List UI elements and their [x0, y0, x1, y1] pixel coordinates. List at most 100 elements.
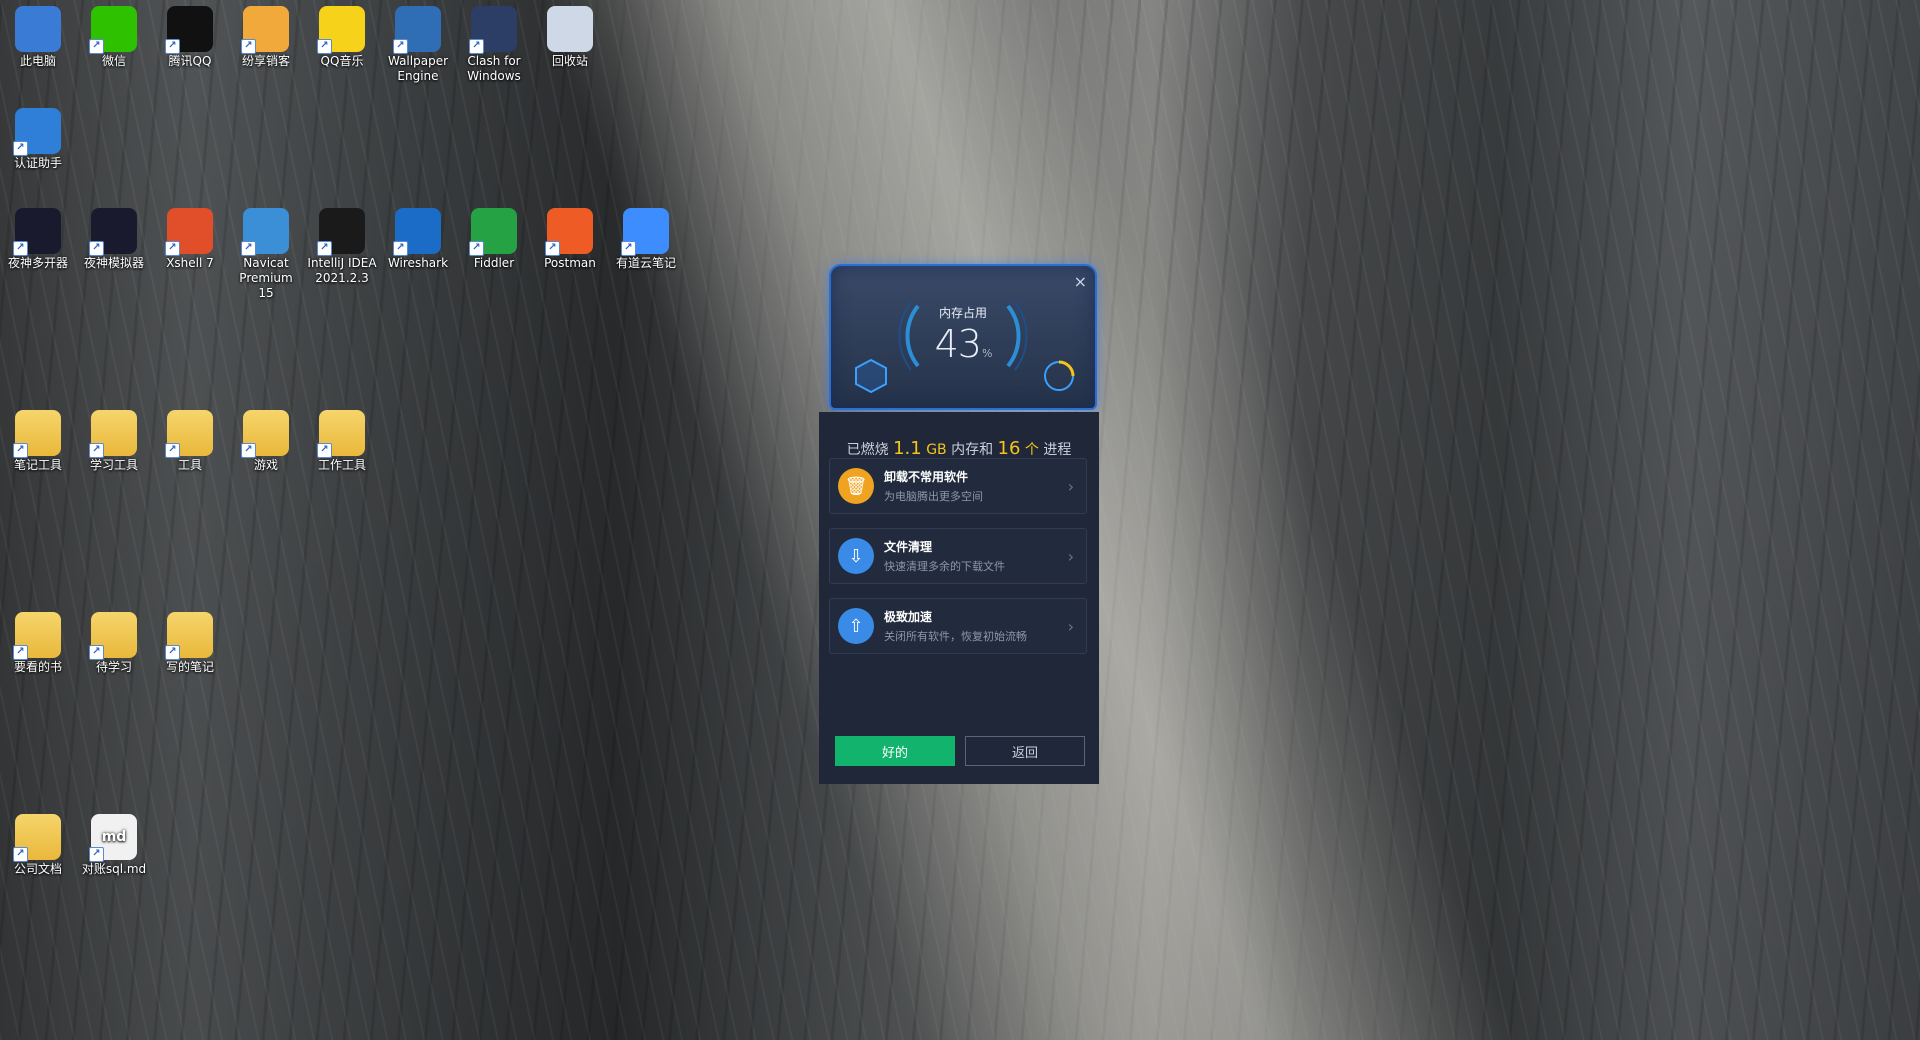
- shortcut-arrow-icon: ↗: [13, 141, 28, 156]
- fiddler-icon: ↗: [469, 208, 517, 256]
- ok-button[interactable]: 好的: [835, 736, 955, 766]
- desktop-icon-label: Postman: [544, 256, 596, 270]
- desktop-icon-label: 工具: [177, 458, 202, 472]
- summary-suffix: 进程: [1043, 442, 1072, 458]
- summary-count-unit: 个: [1024, 442, 1039, 458]
- desktop-icon-label: 有道云笔记: [615, 256, 676, 270]
- memory-summary: 已燃烧 1.1 GB 内存和 16 个 进程: [819, 438, 1099, 459]
- qq-icon: ↗: [165, 6, 213, 54]
- shortcut-arrow-icon: ↗: [165, 645, 180, 660]
- gauge-unit: %: [981, 347, 993, 360]
- app-icon: ↗: [241, 6, 289, 54]
- computer-icon: [15, 6, 61, 52]
- desktop-icon-qq[interactable]: ↗ 腾讯QQ: [154, 6, 226, 69]
- desktop-icon-folder[interactable]: ↗ 公司文档: [2, 814, 74, 877]
- shortcut-arrow-icon: ↗: [393, 241, 408, 256]
- close-icon[interactable]: ×: [1074, 272, 1087, 291]
- shortcut-arrow-icon: ↗: [317, 39, 332, 54]
- desktop-icon-folder[interactable]: ↗ 游戏: [230, 410, 302, 473]
- card-file-clean[interactable]: ⇩ 文件清理 快速清理多余的下载文件 ›: [829, 528, 1087, 584]
- shortcut-arrow-icon: ↗: [545, 241, 560, 256]
- hexagon-icon: [855, 358, 887, 394]
- summary-count: 16: [997, 438, 1021, 459]
- shortcut-arrow-icon: ↗: [89, 847, 104, 862]
- shortcut-arrow-icon: ↗: [13, 241, 28, 256]
- summary-middle: 内存和: [951, 442, 994, 458]
- card-subtitle: 关闭所有软件，恢复初始流畅: [884, 630, 1027, 643]
- desktop-icon-xshell[interactable]: ↗ Xshell 7: [154, 208, 226, 271]
- desktop-icon-clash[interactable]: ↗ Clash for Windows: [458, 6, 530, 84]
- folder-icon: ↗: [89, 612, 137, 660]
- desktop-icon-label: 认证助手: [13, 156, 62, 170]
- desktop-icon-file[interactable]: md ↗ 对账sql.md: [78, 814, 150, 877]
- desktop-icon-label: Xshell 7: [166, 256, 214, 270]
- desktop-icon-app[interactable]: ↗ 纷享销客: [230, 6, 302, 69]
- desktop-icon-label: 微信: [101, 54, 126, 68]
- desktop-icon-postman[interactable]: ↗ Postman: [534, 208, 606, 271]
- desktop-icon-computer[interactable]: 此电脑: [2, 6, 74, 69]
- shortcut-arrow-icon: ↗: [241, 39, 256, 54]
- desktop-icon-idea[interactable]: ↗ IntelliJ IDEA 2021.2.3: [306, 208, 378, 286]
- shortcut-arrow-icon: ↗: [13, 443, 28, 458]
- chevron-right-icon: ›: [1067, 616, 1074, 636]
- desktop-icon-label: Wireshark: [387, 256, 449, 270]
- nox-icon: ↗: [13, 208, 61, 256]
- shortcut-arrow-icon: ↗: [165, 39, 180, 54]
- card-title: 极致加速: [884, 610, 933, 624]
- clash-icon: ↗: [469, 6, 517, 54]
- desktop-icon-wallpaper[interactable]: ↗ Wallpaper Engine: [382, 6, 454, 84]
- back-button[interactable]: 返回: [965, 736, 1085, 766]
- desktop-icon-label: 写的笔记: [165, 660, 214, 674]
- card-uninstall[interactable]: 🗑 卸载不常用软件 为电脑腾出更多空间 ›: [829, 458, 1087, 514]
- desktop-icon-navicat[interactable]: ↗ Navicat Premium 15: [230, 208, 302, 301]
- desktop-icon-recycle[interactable]: 回收站: [534, 6, 606, 69]
- desktop-icon-wireshark[interactable]: ↗ Wireshark: [382, 208, 454, 271]
- gauge-number: 43: [934, 322, 982, 366]
- shortcut-arrow-icon: ↗: [317, 241, 332, 256]
- shortcut-arrow-icon: ↗: [241, 443, 256, 458]
- music-icon: ↗: [317, 6, 365, 54]
- desktop-icon-shield[interactable]: ↗ 认证助手: [2, 108, 74, 171]
- file-icon: md ↗: [89, 814, 137, 862]
- shortcut-arrow-icon: ↗: [89, 39, 104, 54]
- card-subtitle: 为电脑腾出更多空间: [884, 490, 983, 503]
- desktop-icon-nox[interactable]: ↗ 夜神模拟器: [78, 208, 150, 271]
- shortcut-arrow-icon: ↗: [13, 645, 28, 660]
- desktop-icon-label: 要看的书: [13, 660, 62, 674]
- file-clean-icon: ⇩: [838, 538, 874, 574]
- shortcut-arrow-icon: ↗: [241, 241, 256, 256]
- folder-icon: ↗: [317, 410, 365, 458]
- card-speedup[interactable]: ⇧ 极致加速 关闭所有软件，恢复初始流畅 ›: [829, 598, 1087, 654]
- desktop-icon-label: 待学习: [95, 660, 132, 674]
- shortcut-arrow-icon: ↗: [89, 443, 104, 458]
- desktop-icon-label: 笔记工具: [13, 458, 62, 472]
- folder-icon: ↗: [165, 612, 213, 660]
- desktop-icon-label: 公司文档: [13, 862, 62, 876]
- desktop-icon-folder[interactable]: ↗ 待学习: [78, 612, 150, 675]
- memory-gauge: 内存占用 43%: [893, 286, 1033, 386]
- shortcut-arrow-icon: ↗: [165, 443, 180, 458]
- desktop-icon-folder[interactable]: ↗ 工具: [154, 410, 226, 473]
- desktop-icon-folder[interactable]: ↗ 写的笔记: [154, 612, 226, 675]
- idea-icon: ↗: [317, 208, 365, 256]
- desktop-icon-label: 此电脑: [19, 54, 56, 68]
- shortcut-arrow-icon: ↗: [317, 443, 332, 458]
- radar-icon: [1044, 360, 1075, 391]
- desktop-icon-folder[interactable]: ↗ 笔记工具: [2, 410, 74, 473]
- card-title: 文件清理: [884, 540, 933, 554]
- desktop-icon-nox[interactable]: ↗ 夜神多开器: [2, 208, 74, 271]
- navicat-icon: ↗: [241, 208, 289, 256]
- popup-body: 已燃烧 1.1 GB 内存和 16 个 进程 🗑 卸载不常用软件 为电脑腾出更多空…: [819, 412, 1099, 784]
- desktop-icon-folder[interactable]: ↗ 工作工具: [306, 410, 378, 473]
- desktop-icon-music[interactable]: ↗ QQ音乐: [306, 6, 378, 69]
- desktop-icon-fiddler[interactable]: ↗ Fiddler: [458, 208, 530, 271]
- memory-popup: × 内存占用 43% 已燃烧 1.1 GB 内存和 16 个 进程 🗑 卸载不常…: [819, 264, 1099, 784]
- desktop-icon-folder[interactable]: ↗ 学习工具: [78, 410, 150, 473]
- desktop-icon-label: QQ音乐: [320, 54, 364, 68]
- desktop-icon-youdao[interactable]: ↗ 有道云笔记: [610, 208, 682, 271]
- shortcut-arrow-icon: ↗: [89, 241, 104, 256]
- desktop-icon-wechat[interactable]: ↗ 微信: [78, 6, 150, 69]
- desktop-icon-label: 学习工具: [89, 458, 138, 472]
- desktop-icon-folder[interactable]: ↗ 要看的书: [2, 612, 74, 675]
- folder-icon: ↗: [241, 410, 289, 458]
